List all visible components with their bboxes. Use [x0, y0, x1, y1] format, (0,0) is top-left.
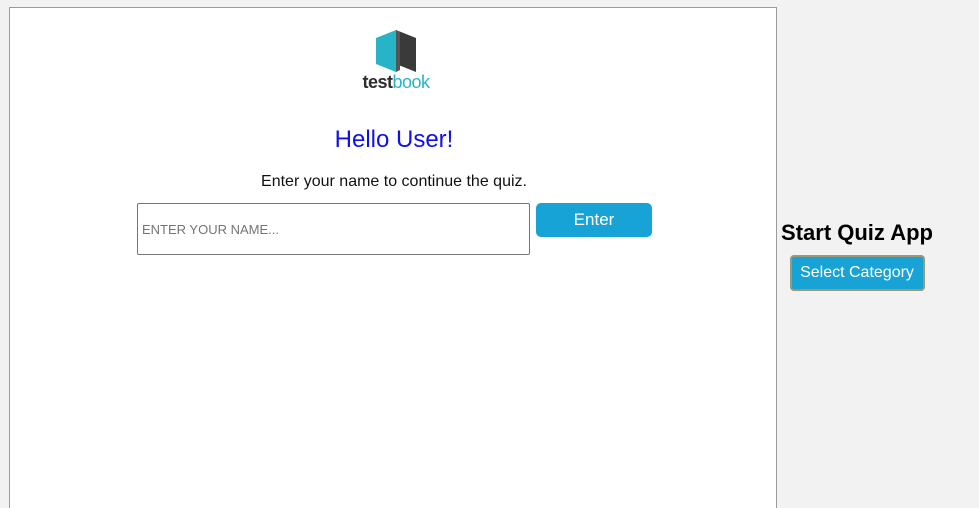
side-panel: Start Quiz App Select Category — [777, 218, 937, 291]
enter-button[interactable]: Enter — [536, 203, 652, 237]
testbook-logo: testbook — [356, 30, 436, 94]
logo-wordmark: testbook — [356, 71, 436, 93]
book-logo-icon — [376, 30, 416, 72]
select-category-button[interactable]: Select Category — [789, 255, 925, 291]
greeting-heading: Hello User! — [334, 126, 454, 153]
page: testbook Hello User! Enter your name to … — [0, 0, 979, 508]
logo-text-book: book — [392, 72, 430, 92]
logo-text-test: test — [362, 72, 393, 92]
instructions-text: Enter your name to continue the quiz. — [261, 173, 527, 190]
quiz-panel: testbook Hello User! Enter your name to … — [9, 7, 777, 508]
start-quiz-title: Start Quiz App — [781, 220, 933, 245]
name-input[interactable] — [137, 203, 530, 255]
